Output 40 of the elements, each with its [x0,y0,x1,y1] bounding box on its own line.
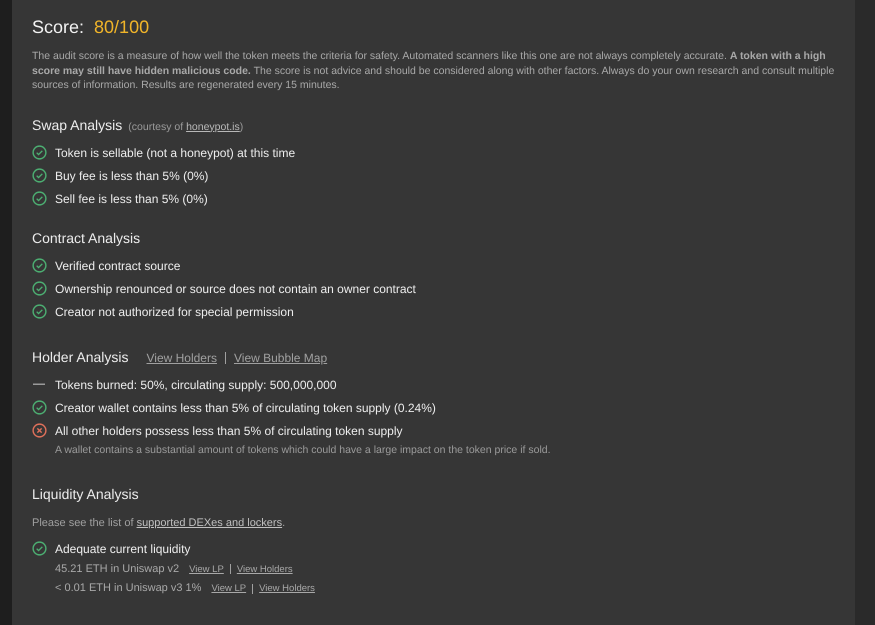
check-circle-icon [32,304,47,319]
check-item: Verified contract source [55,258,180,274]
link[interactable]: View LP [211,582,246,596]
score-label: Score: [32,16,84,39]
pool-text: 45.21 ETH in Uniswap v2 [55,562,180,577]
check-item: Creator not authorized for special permission [55,304,294,320]
link[interactable]: View LP [189,562,224,577]
link[interactable]: View Holders [146,348,217,366]
section-title: Contract Analysis [32,228,140,248]
section-title: Swap Analysis [32,116,122,135]
check-circle-icon [32,168,47,183]
check-circle-icon [32,541,47,556]
courtesy-note: (courtesy of honeypot.is) [128,120,244,134]
check-circle-icon [32,400,47,415]
item-detail: A wallet contains a substantial amount of tokens which could have a large impact on the token price if sold. [54,442,552,458]
check-item: Buy fee is less than 5% (0%) [55,168,208,184]
link[interactable]: View Bubble Map [234,348,328,366]
intro-text: Please see the list of supported DEXes and lockers. [32,516,286,532]
check-item: Token is sellable (not a honeypot) at this time [55,144,296,162]
check-item: Sell fee is less than 5% (0%) [55,190,208,208]
check-item: Tokens burned: 50%, circulating supply: 500,000,000 [55,376,337,394]
check-circle-icon [32,191,47,206]
link[interactable]: honeypot.is [186,120,240,132]
check-circle-icon [32,145,47,160]
pool-text: < 0.01 ETH in Uniswap v3 1% [55,581,202,596]
score-description: The audit score is a measure of how well the token meets the criteria for safety. Automated scanners like this one are not always completely accurate. A token with a high score may still have hidden malicious code. The score is not advice and should be considered along with other factors. Always do your own research and consult multiple sources of information. Results are regenerated every 15 minutes. [32,49,836,92]
link[interactable]: View Holders [236,562,293,577]
section-title: Liquidity Analysis [32,485,139,504]
link[interactable]: supported DEXes and lockers [136,517,282,530]
section-title: Holder Analysis [32,348,128,367]
check-item: All other holders possess less than 5% of circulating token supply [55,422,403,440]
dash-icon [32,383,47,386]
link[interactable]: View Holders [259,582,315,596]
check-circle-icon [32,281,47,296]
check-circle-icon [32,258,47,273]
x-circle-icon [32,423,47,438]
check-item: Creator wallet contains less than 5% of circulating token supply (0.24%) [55,400,436,416]
check-item: Ownership renounced or source does not contain an owner contract [55,280,416,298]
check-item: Adequate current liquidity [55,540,190,558]
score-value: 80/100 [94,16,150,39]
